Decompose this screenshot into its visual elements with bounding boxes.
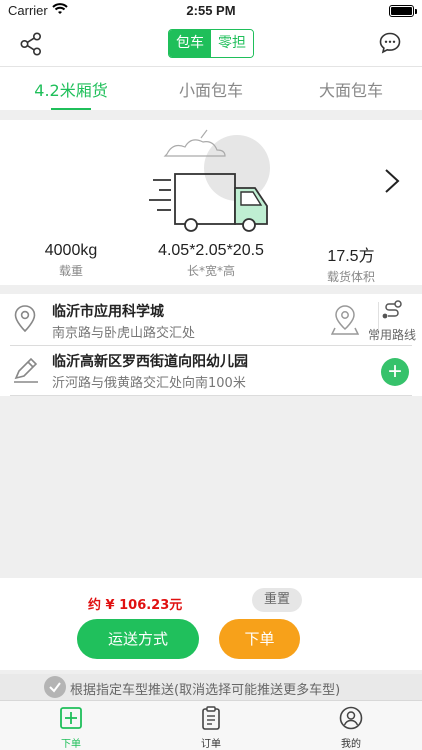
nav-bar: 包车 零担 — [0, 22, 422, 66]
spec-volume-value: 17.5方 — [327, 248, 375, 265]
location-pin-icon — [12, 304, 38, 338]
spec-load-label: 载重 — [58, 264, 83, 278]
add-waypoint-button[interactable]: + — [381, 358, 409, 386]
vehicle-push-notice[interactable]: 根据指定车型推送(取消选择可能推送更多车型) — [0, 674, 422, 700]
tab-large-van[interactable]: 大面包车 — [291, 77, 411, 101]
common-route-button[interactable]: 常用路线 — [366, 300, 418, 343]
common-route-label: 常用路线 — [367, 328, 416, 342]
user-avatar-icon — [339, 706, 363, 730]
status-bar: Carrier 2:55 PM — [0, 0, 422, 22]
route-icon — [382, 300, 402, 319]
spec-load-value: 4000kg — [44, 242, 98, 259]
spec-volume-label: 载货体积 — [326, 270, 375, 284]
tab-orders[interactable]: 订单 — [181, 706, 241, 750]
push-notice-text: 根据指定车型推送(取消选择可能推送更多车型) — [70, 683, 341, 698]
place-order-button[interactable]: 下单 — [219, 619, 300, 659]
tab-place-order[interactable]: 下单 — [41, 706, 101, 750]
chevron-right-icon[interactable] — [384, 168, 400, 198]
clipboard-icon — [202, 706, 220, 730]
order-panel: 约 ¥ 106.23元 重置 运送方式 下单 — [0, 578, 422, 670]
truck-illustration — [145, 128, 277, 236]
checkbox-icon[interactable] — [44, 676, 66, 698]
bottom-tab-bar: 下单 订单 我的 — [0, 700, 422, 750]
battery-icon — [389, 5, 417, 17]
destination-address-row[interactable]: 临沂高新区罗西街道向阳幼儿园 沂河路与俄黄路交汇处向南100米 + — [0, 346, 422, 396]
active-tab-indicator — [51, 108, 91, 110]
tab-small-van[interactable]: 小面包车 — [151, 77, 271, 101]
tab-orders-label: 订单 — [201, 739, 221, 750]
tab-place-order-label: 下单 — [61, 739, 81, 750]
edit-pencil-icon — [12, 356, 40, 388]
divider — [10, 395, 412, 396]
tab-mine-label: 我的 — [341, 739, 361, 750]
tab-mine[interactable]: 我的 — [321, 706, 381, 750]
segment-less-than-load[interactable]: 零担 — [211, 30, 253, 57]
service-type-segment: 包车 零担 — [168, 29, 254, 58]
estimated-price: 约 ¥ 106.23元 — [88, 598, 183, 613]
tab-4-2m-van[interactable]: 4.2米厢货 — [11, 77, 131, 101]
spec-dimensions-value: 4.05*2.05*20.5 — [158, 242, 264, 259]
spec-dimensions-label: 长*宽*高 — [186, 264, 235, 278]
share-icon[interactable] — [20, 32, 42, 60]
segment-charter[interactable]: 包车 — [169, 30, 211, 57]
spec-dimensions: 4.05*2.05*20.5 长*宽*高 — [141, 242, 281, 279]
shipping-method-button[interactable]: 运送方式 — [77, 619, 199, 659]
chat-bubble-icon[interactable] — [378, 31, 402, 59]
origin-detail: 南京路与卧虎山路交汇处 — [52, 326, 196, 341]
vehicle-card: 4000kg 载重 4.05*2.05*20.5 长*宽*高 17.5方 载货体… — [0, 120, 422, 285]
origin-address-row[interactable]: 临沂市应用科学城 南京路与卧虎山路交汇处 常用路线 — [0, 294, 422, 346]
add-square-icon — [60, 707, 82, 729]
origin-name: 临沂市应用科学城 — [52, 304, 164, 320]
locate-map-icon[interactable] — [330, 304, 360, 340]
vehicle-type-tabs: 4.2米厢货 小面包车 大面包车 — [0, 66, 422, 110]
spec-volume: 17.5方 载货体积 — [311, 242, 391, 285]
clock-time: 2:55 PM — [186, 3, 236, 18]
reset-button[interactable]: 重置 — [252, 588, 302, 612]
destination-detail: 沂河路与俄黄路交汇处向南100米 — [52, 376, 246, 391]
spec-load: 4000kg 载重 — [31, 242, 111, 279]
destination-name: 临沂高新区罗西街道向阳幼儿园 — [52, 354, 248, 370]
